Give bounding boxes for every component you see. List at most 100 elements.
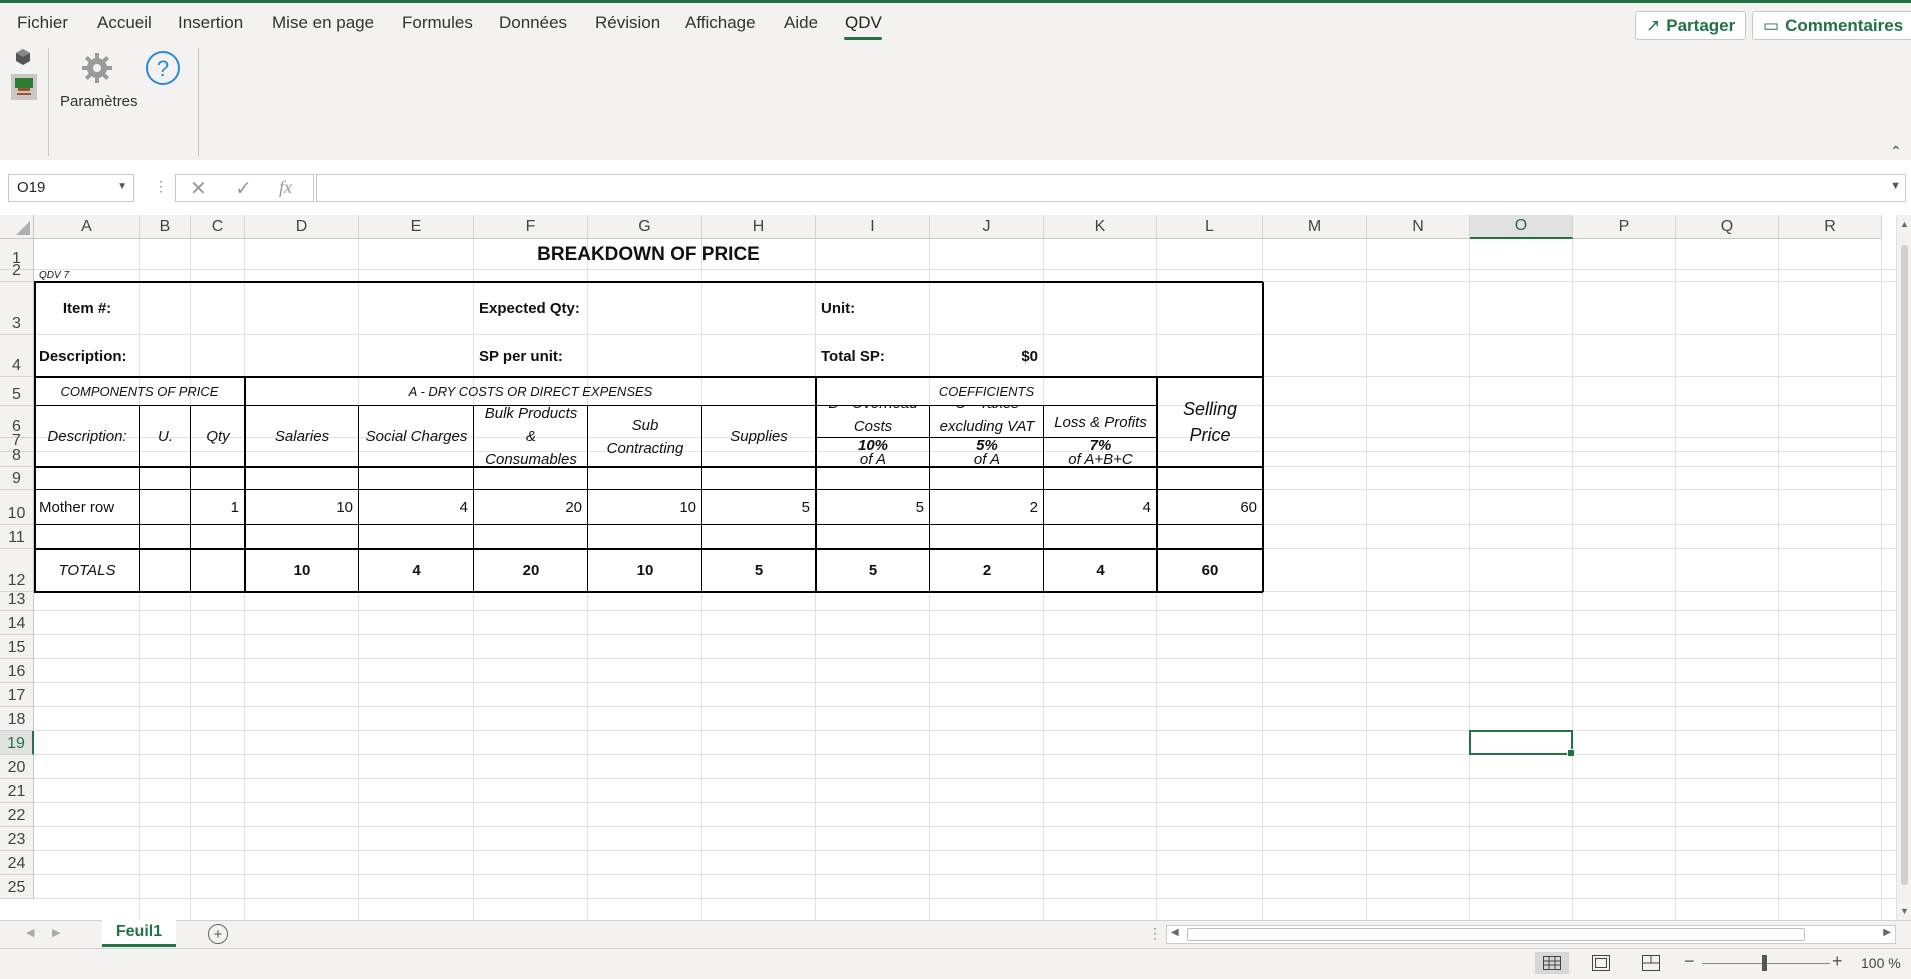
vertical-scrollbar[interactable]: ▲ ▼ xyxy=(1896,215,1911,920)
row-header-3[interactable]: 3 xyxy=(0,282,34,335)
zoom-slider-thumb[interactable] xyxy=(1762,955,1767,971)
mother-row-overhead[interactable]: 5 xyxy=(816,490,930,525)
horizontal-scroll-thumb[interactable] xyxy=(1187,928,1805,941)
name-box[interactable]: O19 ▼ xyxy=(8,174,134,202)
row-header-2[interactable]: 2 xyxy=(0,262,34,282)
column-header-o[interactable]: O xyxy=(1470,215,1573,239)
col-header-social-charges[interactable]: Social Charges xyxy=(359,406,474,467)
insert-function-icon[interactable]: fx xyxy=(279,177,292,198)
row-header-15[interactable]: 15 xyxy=(0,635,34,659)
row-header-25[interactable]: 25 xyxy=(0,875,34,899)
col-header-unit[interactable]: U. xyxy=(140,406,191,467)
sp-per-unit-label[interactable]: SP per unit: xyxy=(474,335,588,377)
col-header-description[interactable]: Description: xyxy=(34,406,140,467)
zoom-level[interactable]: 100 % xyxy=(1861,955,1901,971)
row-header-19[interactable]: 19 xyxy=(0,731,34,755)
column-header-p[interactable]: P xyxy=(1573,215,1676,239)
fill-handle[interactable] xyxy=(1567,749,1575,757)
collapse-ribbon-icon[interactable]: ⌃ xyxy=(1890,143,1902,160)
tab-accueil[interactable]: Accueil xyxy=(97,13,152,33)
col-header-bulk-products[interactable]: Bulk Products & Consumables xyxy=(474,406,588,467)
tab-données[interactable]: Données xyxy=(499,13,567,33)
total-sp-value[interactable]: $0 xyxy=(930,335,1044,377)
mother-row-supplies[interactable]: 5 xyxy=(702,490,816,525)
column-header-c[interactable]: C xyxy=(191,215,245,239)
column-header-g[interactable]: G xyxy=(588,215,702,239)
col-header-sub-contracting[interactable]: Sub Contracting xyxy=(588,406,702,467)
column-header-e[interactable]: E xyxy=(359,215,474,239)
tab-fichier[interactable]: Fichier xyxy=(17,13,68,33)
dry-costs-header[interactable]: A - DRY COSTS OR DIRECT EXPENSES xyxy=(245,377,816,406)
page-break-view-icon[interactable] xyxy=(1642,955,1660,976)
column-header-q[interactable]: Q xyxy=(1676,215,1779,239)
page-layout-view-icon[interactable] xyxy=(1592,955,1610,976)
column-header-a[interactable]: A xyxy=(34,215,140,239)
row-header-16[interactable]: 16 xyxy=(0,659,34,683)
column-header-r[interactable]: R xyxy=(1779,215,1882,239)
row-header-14[interactable]: 14 xyxy=(0,611,34,635)
mother-row-qty[interactable]: 1 xyxy=(191,490,245,525)
unit-label[interactable]: Unit: xyxy=(816,282,930,335)
cube-icon[interactable] xyxy=(14,48,32,66)
row-header-10[interactable]: 10 xyxy=(0,490,34,525)
col-header-overhead[interactable]: B - Overhead Costs xyxy=(816,406,930,438)
sheet-title[interactable]: BREAKDOWN OF PRICE xyxy=(34,239,1263,270)
settings-label[interactable]: Paramètres xyxy=(60,93,138,110)
mother-row-taxes[interactable]: 2 xyxy=(930,490,1044,525)
selling-price-header[interactable]: Selling Price xyxy=(1157,377,1263,467)
components-header[interactable]: COMPONENTS OF PRICE xyxy=(34,377,245,406)
mother-row-salaries[interactable]: 10 xyxy=(245,490,359,525)
total-sp-label[interactable]: Total SP: xyxy=(816,335,930,377)
column-header-h[interactable]: H xyxy=(702,215,816,239)
scroll-down-icon[interactable]: ▼ xyxy=(1900,906,1909,916)
scroll-left-icon[interactable]: ◀ xyxy=(1171,927,1179,938)
share-button[interactable]: ↗ Partager xyxy=(1635,11,1747,40)
totals-label[interactable]: TOTALS xyxy=(34,549,140,592)
sheet-tab-feuil1[interactable]: Feuil1 xyxy=(102,920,176,947)
col-header-salaries[interactable]: Salaries xyxy=(245,406,359,467)
taxes-basis[interactable]: of A xyxy=(930,452,1044,467)
chevron-down-icon[interactable]: ▼ xyxy=(117,181,127,192)
formula-input[interactable]: ▼ xyxy=(316,174,1906,202)
col-header-taxes[interactable]: C - Taxes excluding VAT xyxy=(930,406,1044,438)
totals-bulk[interactable]: 20 xyxy=(474,549,588,592)
row-header-9[interactable]: 9 xyxy=(0,467,34,490)
totals-social[interactable]: 4 xyxy=(359,549,474,592)
horizontal-scrollbar[interactable]: ◀ ▶ xyxy=(1166,925,1896,944)
qdv-app-icon[interactable] xyxy=(11,74,37,100)
tab-qdv[interactable]: QDV xyxy=(845,13,882,33)
scroll-right-icon[interactable]: ▶ xyxy=(1883,927,1891,938)
mother-row-bulk[interactable]: 20 xyxy=(474,490,588,525)
totals-supplies[interactable]: 5 xyxy=(702,549,816,592)
row-header-20[interactable]: 20 xyxy=(0,755,34,779)
column-header-k[interactable]: K xyxy=(1044,215,1157,239)
select-all-button[interactable] xyxy=(0,215,34,239)
overhead-percent[interactable]: 10% xyxy=(816,438,930,452)
col-header-qty[interactable]: Qty xyxy=(191,406,245,467)
tab-révision[interactable]: Révision xyxy=(595,13,660,33)
mother-row-social[interactable]: 4 xyxy=(359,490,474,525)
col-header-loss-profits[interactable]: Loss & Profits xyxy=(1044,406,1157,438)
row-header-21[interactable]: 21 xyxy=(0,779,34,803)
column-header-f[interactable]: F xyxy=(474,215,588,239)
zoom-out-icon[interactable]: − xyxy=(1684,951,1695,972)
column-header-m[interactable]: M xyxy=(1263,215,1367,239)
column-header-d[interactable]: D xyxy=(245,215,359,239)
help-icon[interactable]: ? xyxy=(145,50,181,86)
row-header-13[interactable]: 13 xyxy=(0,591,34,611)
mother-row-loss[interactable]: 4 xyxy=(1044,490,1157,525)
column-header-i[interactable]: I xyxy=(816,215,930,239)
next-sheet-icon[interactable]: ▶ xyxy=(52,926,60,939)
selected-cell[interactable] xyxy=(1469,730,1575,757)
row-header-23[interactable]: 23 xyxy=(0,827,34,851)
row-header-8[interactable]: 8 xyxy=(0,447,34,467)
totals-overhead[interactable]: 5 xyxy=(816,549,930,592)
mother-row-selling[interactable]: 60 xyxy=(1157,490,1263,525)
column-header-l[interactable]: L xyxy=(1157,215,1263,239)
column-header-b[interactable]: B xyxy=(140,215,191,239)
mother-row-label[interactable]: Mother row xyxy=(34,490,140,525)
tab-insertion[interactable]: Insertion xyxy=(178,13,243,33)
prev-sheet-icon[interactable]: ◀ xyxy=(26,926,34,939)
row-header-24[interactable]: 24 xyxy=(0,851,34,875)
more-options-icon[interactable]: ⋮ xyxy=(154,178,168,195)
